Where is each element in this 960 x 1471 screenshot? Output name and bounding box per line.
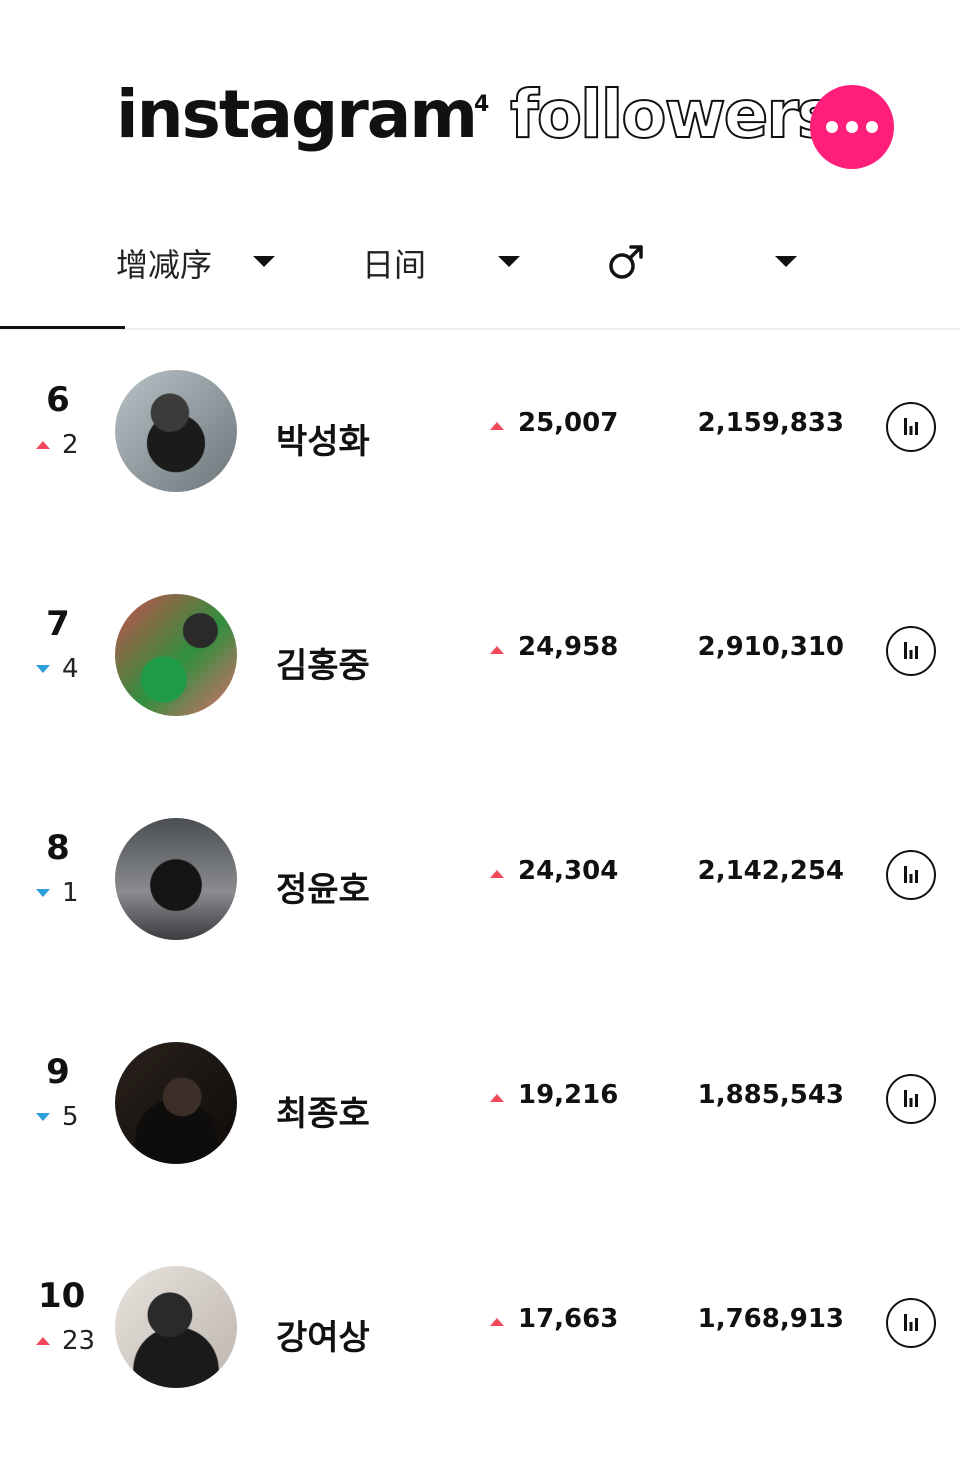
brand-superscript: 4 bbox=[474, 92, 490, 117]
daily-change-value: 17,663 bbox=[518, 1304, 619, 1334]
arrow-up-icon bbox=[36, 441, 50, 449]
rank-change: 23 bbox=[30, 1326, 95, 1356]
arrow-down-icon bbox=[36, 889, 50, 897]
account-name[interactable]: 최종호 bbox=[276, 1086, 370, 1135]
chart-button[interactable] bbox=[886, 850, 936, 900]
more-dots-icon bbox=[826, 121, 838, 133]
bar-chart-icon bbox=[904, 642, 918, 659]
follower-total: 1,885,543 bbox=[697, 1080, 844, 1110]
arrow-up-icon bbox=[490, 1094, 504, 1102]
account-name[interactable]: 정윤호 bbox=[276, 862, 370, 911]
rank-number: 9 bbox=[46, 1052, 70, 1092]
rank-change: 4 bbox=[30, 654, 90, 684]
rank-change-value: 5 bbox=[62, 1102, 79, 1132]
daily-change-value: 19,216 bbox=[518, 1080, 619, 1110]
avatar[interactable] bbox=[115, 370, 237, 492]
follower-total: 2,142,254 bbox=[697, 856, 844, 886]
chart-button[interactable] bbox=[886, 626, 936, 676]
ranking-row[interactable]: 10 23 강여상 17,663 1,768,913 bbox=[0, 1266, 960, 1406]
arrow-up-icon bbox=[490, 646, 504, 654]
rank-change-value: 1 bbox=[62, 878, 79, 908]
arrow-down-icon bbox=[36, 665, 50, 673]
arrow-up-icon bbox=[36, 1337, 50, 1345]
arrow-up-icon bbox=[490, 1318, 504, 1326]
bar-chart-icon bbox=[904, 866, 918, 883]
daily-change-value: 24,958 bbox=[518, 632, 619, 662]
ranking-row[interactable]: 8 1 정윤호 24,304 2,142,254 bbox=[0, 818, 960, 958]
avatar[interactable] bbox=[115, 1266, 237, 1388]
rank-number: 10 bbox=[38, 1276, 86, 1316]
male-symbol-icon bbox=[609, 245, 643, 279]
daily-change-value: 24,304 bbox=[518, 856, 619, 886]
more-options-button[interactable] bbox=[810, 85, 894, 169]
caret-down-icon bbox=[253, 256, 275, 267]
bar-chart-icon bbox=[904, 1314, 918, 1331]
follower-total: 2,159,833 bbox=[697, 408, 844, 438]
more-dot bbox=[846, 121, 858, 133]
ranking-row[interactable]: 9 5 최종호 19,216 1,885,543 bbox=[0, 1042, 960, 1182]
page-title: followers bbox=[509, 76, 837, 153]
ranking-row[interactable]: 6 2 박성화 25,007 2,159,833 bbox=[0, 370, 960, 510]
rank-change: 2 bbox=[30, 430, 90, 460]
rank-change: 1 bbox=[30, 878, 90, 908]
caret-down-icon bbox=[775, 256, 797, 267]
arrow-up-icon bbox=[490, 422, 504, 430]
account-name[interactable]: 박성화 bbox=[276, 414, 370, 463]
rank-number: 6 bbox=[46, 380, 70, 420]
account-name[interactable]: 강여상 bbox=[276, 1310, 370, 1359]
rank-change-value: 2 bbox=[62, 430, 79, 460]
rank-number: 7 bbox=[46, 604, 70, 644]
tab-active-indicator bbox=[0, 326, 125, 329]
bar-chart-icon bbox=[904, 418, 918, 435]
chart-button[interactable] bbox=[886, 1074, 936, 1124]
arrow-down-icon bbox=[36, 1113, 50, 1121]
brand-logo: instagram bbox=[116, 76, 478, 153]
chart-button[interactable] bbox=[886, 402, 936, 452]
rank-change: 5 bbox=[30, 1102, 90, 1132]
period-label: 日间 bbox=[362, 246, 427, 284]
follower-total: 2,910,310 bbox=[697, 632, 844, 662]
more-dot bbox=[866, 121, 878, 133]
header: instagram 4 followers bbox=[0, 0, 960, 200]
avatar[interactable] bbox=[115, 594, 237, 716]
bar-chart-icon bbox=[904, 1090, 918, 1107]
rank-change-value: 23 bbox=[62, 1326, 96, 1356]
chart-button[interactable] bbox=[886, 1298, 936, 1348]
arrow-up-icon bbox=[490, 870, 504, 878]
rank-number: 8 bbox=[46, 828, 70, 868]
avatar[interactable] bbox=[115, 818, 237, 940]
sort-label: 增减序 bbox=[116, 246, 213, 284]
caret-down-icon bbox=[498, 256, 520, 267]
daily-change-value: 25,007 bbox=[518, 408, 619, 438]
account-name[interactable]: 김홍중 bbox=[276, 638, 370, 687]
avatar[interactable] bbox=[115, 1042, 237, 1164]
follower-total: 1,768,913 bbox=[697, 1304, 844, 1334]
filter-bar: 增减序 日间 bbox=[0, 230, 960, 290]
tab-divider bbox=[0, 328, 960, 330]
ranking-row[interactable]: 7 4 김홍중 24,958 2,910,310 bbox=[0, 594, 960, 734]
rank-change-value: 4 bbox=[62, 654, 79, 684]
